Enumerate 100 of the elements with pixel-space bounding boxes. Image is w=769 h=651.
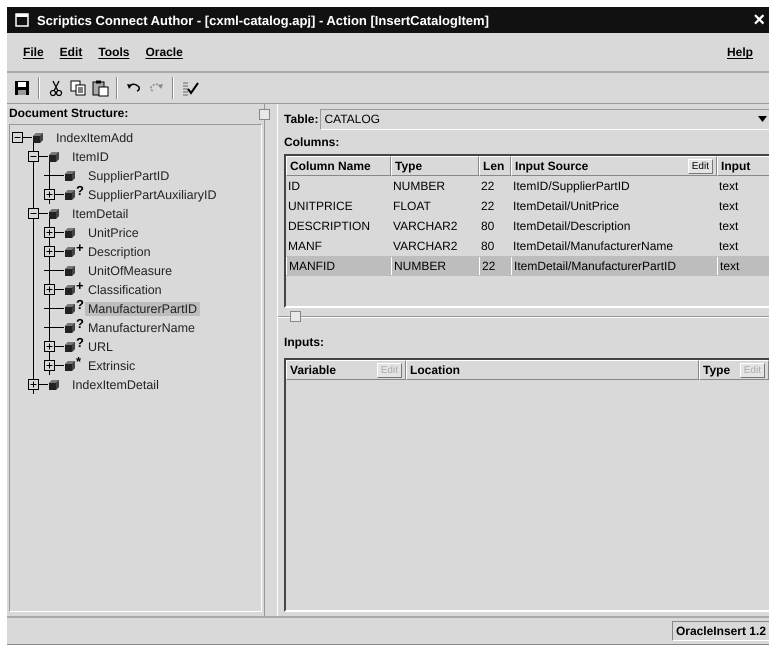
tree-item[interactable]: UnitOfMeasure — [85, 264, 176, 278]
header-label: Input — [721, 159, 752, 173]
cube-icon — [32, 132, 44, 144]
cube-icon — [64, 226, 76, 238]
cube-icon — [48, 378, 60, 390]
header-label: Location — [410, 363, 461, 377]
table-row[interactable]: DESCRIPTION VARCHAR2 80 ItemDetail/Description text — [286, 216, 769, 236]
collapse-icon[interactable] — [28, 208, 39, 219]
table-cell-text: FLOAT — [392, 199, 432, 213]
table-cell-text: ItemDetail/Description — [512, 219, 632, 233]
tree-item[interactable]: ManufacturerName — [85, 320, 198, 334]
splitter-handle[interactable] — [259, 109, 270, 120]
table-cell: ItemDetail/ManufacturerPartID — [511, 257, 717, 275]
table-cell: 22 — [479, 257, 511, 275]
table-cell-text: ItemID/SupplierPartID — [512, 179, 631, 193]
window-title: Scriptics Connect Author - [cxml-catalog.apj] - Action [InsertCatalogItem] — [37, 12, 490, 28]
tree-item[interactable]: ItemDetail — [69, 206, 132, 220]
table-row[interactable]: ID NUMBER 22 ItemID/SupplierPartID text — [286, 176, 769, 196]
caret-icon — [758, 116, 767, 122]
expand-icon[interactable] — [28, 379, 39, 390]
header-label: Input Source — [515, 159, 590, 173]
menu-item[interactable]: Help — [720, 43, 759, 61]
window-menu-icon[interactable] — [15, 13, 29, 27]
occurrence-marker: ? — [76, 299, 85, 311]
header-label: Len — [483, 159, 506, 173]
table-row[interactable]: MANF VARCHAR2 80 ItemDetail/ManufacturerName text — [286, 236, 769, 256]
header-label: Column Name — [290, 159, 372, 173]
expand-icon[interactable] — [44, 341, 55, 352]
occurrence-marker: + — [76, 280, 85, 292]
menu-item[interactable]: Tools — [92, 43, 136, 61]
paste-icon[interactable] — [91, 79, 109, 97]
menu-item[interactable]: Edit — [54, 43, 88, 61]
splitter-handle[interactable] — [290, 311, 301, 322]
table-cell-text: text — [718, 199, 740, 213]
tree-item[interactable]: IndexItemAdd — [53, 130, 136, 144]
tree-item[interactable]: Extrinsic — [85, 358, 138, 372]
expand-icon[interactable] — [44, 246, 55, 257]
tree-item[interactable]: UnitPrice — [85, 226, 142, 240]
collapse-icon[interactable] — [12, 132, 23, 143]
table-row[interactable]: MANFID NUMBER 22 ItemDetail/ManufacturerPartID text — [286, 256, 769, 276]
tree-item[interactable]: Classification — [85, 282, 165, 296]
save-icon[interactable] — [13, 79, 31, 97]
expand-icon[interactable] — [44, 227, 55, 238]
table-cell-text: text — [718, 239, 740, 253]
table-cell-text: ItemDetail/UnitPrice — [512, 199, 620, 213]
occurrence-marker: + — [76, 242, 85, 254]
expand-icon[interactable] — [44, 189, 55, 200]
section-title: Columns: — [284, 134, 340, 151]
tree-item[interactable]: SupplierPartID — [85, 168, 172, 182]
column-header[interactable]: Len — [479, 156, 511, 176]
table-cell-text: DESCRIPTION — [287, 219, 372, 233]
menu-item[interactable]: File — [17, 43, 50, 61]
expand-icon[interactable] — [44, 284, 55, 295]
copy-icon[interactable] — [69, 79, 87, 97]
column-header[interactable]: Location — [406, 360, 699, 380]
cube-icon — [64, 188, 76, 200]
table-cell-text: VARCHAR2 — [392, 219, 458, 233]
table-cell-text: text — [718, 179, 740, 193]
table-cell-text: MANF — [287, 239, 323, 253]
close-button[interactable]: × — [749, 10, 769, 30]
cube-icon — [48, 208, 60, 220]
expand-icon[interactable] — [44, 360, 55, 371]
column-header[interactable]: Column Name — [286, 156, 391, 176]
tree-item[interactable]: ItemID — [69, 150, 112, 164]
status-text: OracleInsert 1.2 — [672, 621, 769, 641]
column-header[interactable]: Input — [717, 156, 769, 176]
cube-icon — [64, 170, 76, 182]
table-cell-text: text — [718, 219, 740, 233]
occurrence-marker: ? — [76, 337, 85, 349]
table-cell-text: 80 — [480, 239, 496, 253]
table-row[interactable]: UNITPRICE FLOAT 22 ItemDetail/UnitPrice text — [286, 196, 769, 216]
table-cell-text: ID — [287, 179, 301, 193]
cube-icon — [48, 150, 60, 162]
occurrence-marker: ? — [76, 185, 85, 197]
tree-item[interactable]: Description — [85, 244, 154, 258]
table-cell-text: VARCHAR2 — [392, 239, 458, 253]
cut-icon[interactable] — [47, 79, 65, 97]
cube-icon — [64, 302, 76, 314]
table-cell-text: ItemDetail/ManufacturerName — [512, 239, 674, 253]
column-header[interactable]: Input Source Edit — [511, 156, 717, 176]
column-header[interactable]: Type — [391, 156, 479, 176]
table-cell-text: UNITPRICE — [287, 199, 354, 213]
occurrence-marker: ? — [76, 318, 85, 330]
collapse-icon[interactable] — [28, 151, 39, 162]
table-cell-text: 22 — [480, 179, 496, 193]
tree-item[interactable]: URL — [85, 340, 116, 354]
section-title: Inputs: — [284, 334, 325, 351]
cube-icon — [64, 360, 76, 372]
occurrence-marker: * — [76, 356, 82, 368]
cube-icon — [64, 322, 76, 334]
table-cell: MANFID — [286, 257, 391, 275]
table-dropdown[interactable]: CATALOG — [320, 108, 769, 130]
menu-item[interactable]: Oracle — [139, 43, 189, 61]
table-cell-text: NUMBER — [392, 179, 446, 193]
cube-icon — [64, 340, 76, 352]
edit-button[interactable]: Edit — [688, 158, 713, 174]
field-label: Table: — [284, 112, 318, 126]
tree-item[interactable]: SupplierPartAuxiliaryID — [85, 188, 220, 202]
tree-item[interactable]: IndexItemDetail — [69, 378, 162, 392]
tree-item[interactable]: ManufacturerPartID — [85, 302, 200, 316]
